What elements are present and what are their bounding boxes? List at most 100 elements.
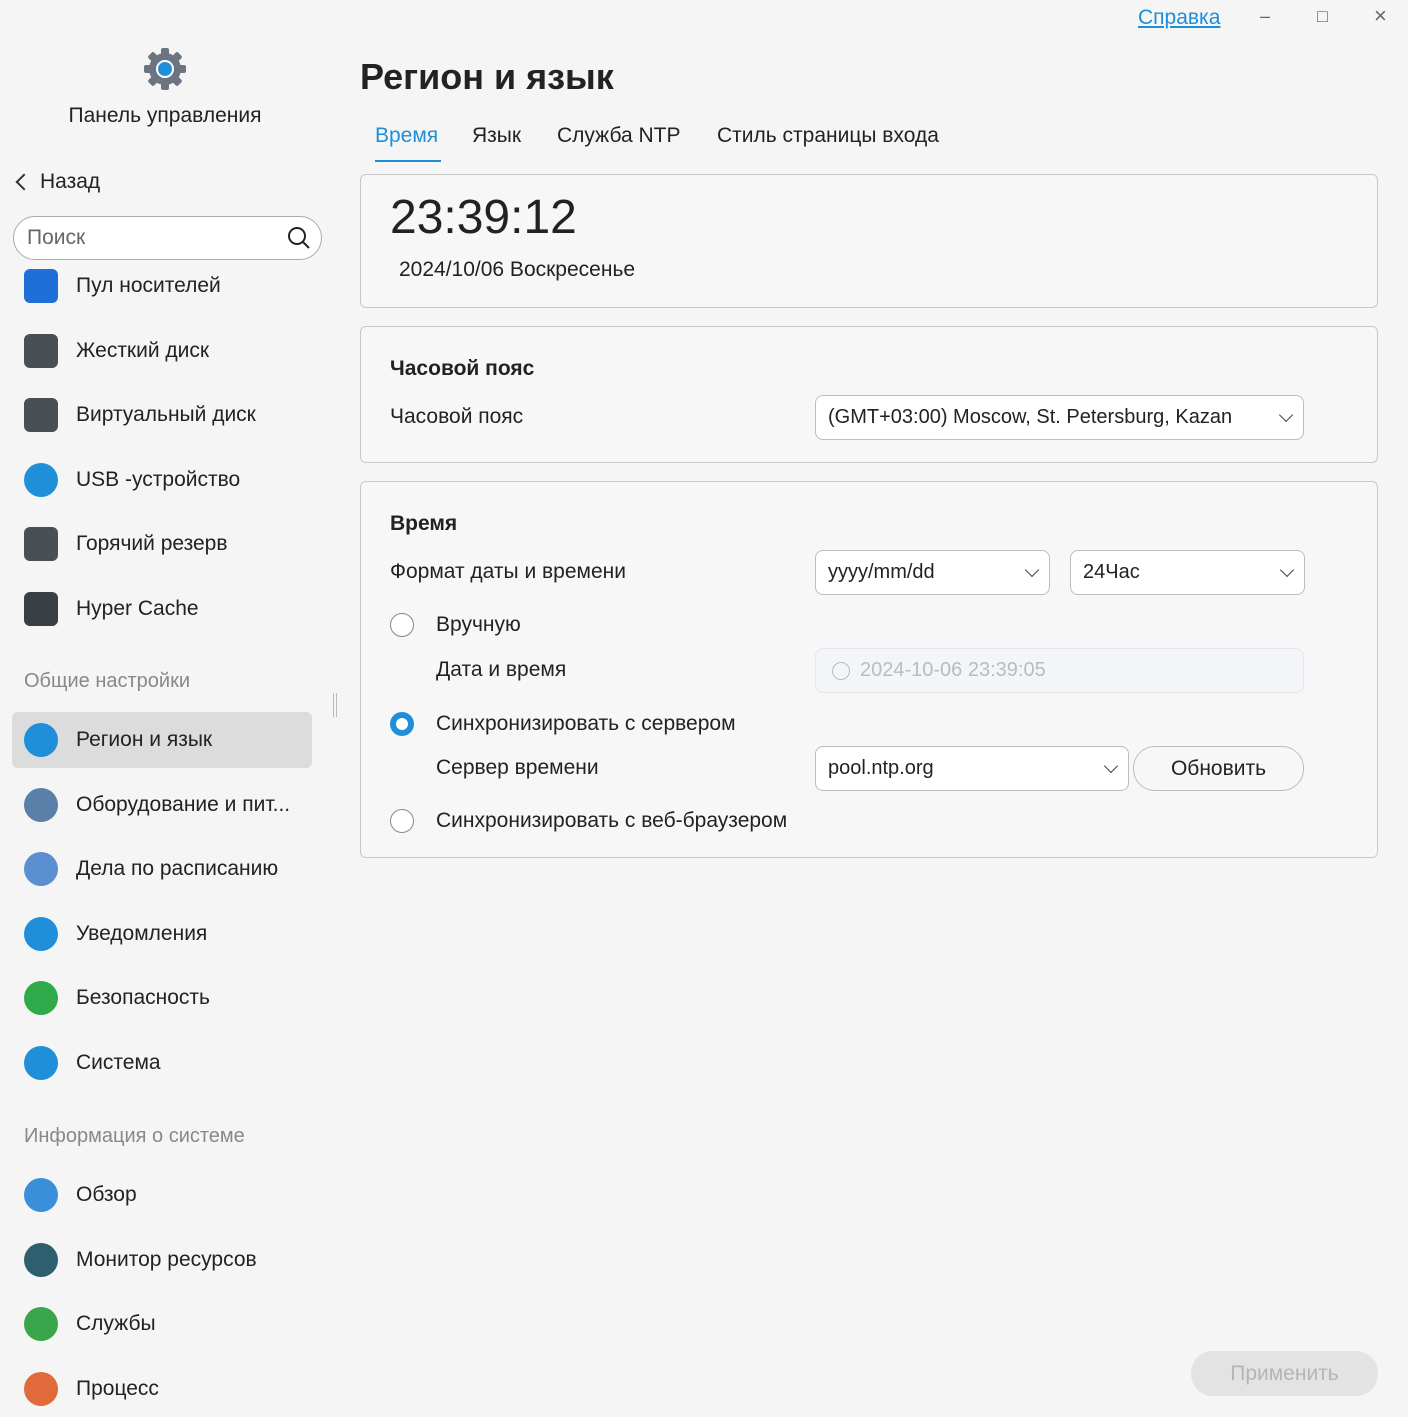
- sidebar-item[interactable]: Виртуальный диск: [12, 387, 312, 443]
- timezone-value: (GMT+03:00) Moscow, St. Petersburg, Kaza…: [828, 406, 1233, 428]
- chevron-down-icon: [1103, 758, 1119, 773]
- server-value: pool.ntp.org: [828, 757, 934, 779]
- sync-server-label: Синхронизировать с сервером: [436, 712, 736, 735]
- tab-time[interactable]: Время: [375, 124, 438, 148]
- search-input[interactable]: [27, 226, 267, 250]
- sidebar-item[interactable]: Процесс: [12, 1361, 312, 1417]
- server-select[interactable]: pool.ntp.org: [815, 746, 1129, 791]
- back-label: Назад: [40, 170, 101, 193]
- sidebar-item-icon: [24, 852, 58, 886]
- sync-browser-label: Синхронизировать с веб-браузером: [436, 809, 788, 832]
- active-tab-indicator: [375, 160, 441, 162]
- sidebar-item-label: Уведомления: [76, 921, 208, 945]
- search-box[interactable]: [13, 216, 322, 260]
- sidebar-item-icon: [24, 462, 58, 497]
- minimize-button[interactable]: –: [1260, 6, 1270, 27]
- sidebar-item-icon: [24, 269, 58, 303]
- sidebar-item[interactable]: Безопасность: [12, 970, 312, 1026]
- sidebar-item-icon: [24, 527, 58, 561]
- sidebar-item-icon: [24, 333, 58, 368]
- tab-language[interactable]: Язык: [472, 124, 521, 148]
- apply-button[interactable]: Применить: [1191, 1351, 1378, 1396]
- sidebar-item-icon: [24, 1307, 58, 1341]
- sidebar-item-icon: [24, 1242, 58, 1277]
- sidebar-item-label: Виртуальный диск: [76, 403, 256, 426]
- date-format-value: yyyy/mm/dd: [828, 561, 935, 583]
- datetime-value: 2024-10-06 23:39:05: [860, 659, 1046, 681]
- sidebar-item[interactable]: Hyper Cache: [12, 581, 312, 637]
- sidebar-item-label: USB -устройство: [76, 467, 241, 491]
- chevron-down-icon: [1279, 562, 1295, 577]
- sync-server-radio[interactable]: [390, 712, 414, 736]
- date-format-select[interactable]: yyyy/mm/dd: [815, 550, 1050, 595]
- sidebar-item-label: Регион и язык: [76, 728, 213, 751]
- sidebar-item-label: Горячий резерв: [76, 532, 228, 555]
- sync-browser-radio[interactable]: [390, 809, 414, 833]
- sidebar-resize-handle[interactable]: [333, 693, 337, 717]
- sidebar-item[interactable]: Горячий резерв: [12, 516, 312, 572]
- sidebar-item[interactable]: Обзор: [12, 1167, 312, 1223]
- sidebar-item-icon: [24, 787, 58, 822]
- datetime-label: Дата и время: [436, 658, 567, 681]
- sidebar-item-label: Монитор ресурсов: [76, 1247, 257, 1271]
- sidebar-item-label: Обзор: [76, 1183, 137, 1206]
- back-button[interactable]: Назад: [15, 170, 101, 194]
- manual-label: Вручную: [436, 613, 521, 636]
- tab-login-style[interactable]: Стиль страницы входа: [717, 124, 939, 148]
- sidebar-item-label: Hyper Cache: [76, 596, 199, 620]
- sidebar-item-label: Безопасность: [76, 986, 210, 1009]
- sidebar-item-label: Службы: [76, 1312, 156, 1335]
- sidebar-item-icon: [24, 916, 58, 951]
- section-header-info: Информация о системе: [24, 1125, 245, 1147]
- sidebar-item-label: Дела по расписанию: [76, 857, 279, 880]
- tab-ntp[interactable]: Служба NTP: [557, 124, 681, 148]
- sidebar-item-icon: [24, 723, 58, 757]
- page-title: Регион и язык: [360, 56, 614, 97]
- sidebar-item-label: Оборудование и пит...: [76, 792, 291, 816]
- section-header-general: Общие настройки: [24, 670, 190, 692]
- chevron-left-icon: [15, 173, 33, 191]
- sidebar-item-label: Система: [76, 1050, 161, 1074]
- sidebar-item[interactable]: Службы: [12, 1296, 312, 1352]
- hour-format-value: 24Час: [1083, 561, 1140, 583]
- sidebar-item[interactable]: Монитор ресурсов: [12, 1232, 312, 1288]
- help-link[interactable]: Справка: [1138, 6, 1220, 30]
- sidebar-item[interactable]: Оборудование и пит...: [12, 777, 312, 833]
- manual-radio[interactable]: [390, 613, 414, 637]
- sidebar-item-icon: [24, 591, 58, 626]
- sidebar-item-icon: [24, 1371, 58, 1406]
- control-panel-gear-icon: [144, 48, 186, 90]
- clock-icon: [832, 661, 850, 680]
- timezone-heading: Часовой пояс: [390, 357, 535, 380]
- time-heading: Время: [390, 512, 458, 535]
- sidebar-item-label: Пул носителей: [76, 274, 221, 297]
- search-icon[interactable]: [287, 226, 311, 250]
- update-button[interactable]: Обновить: [1133, 746, 1304, 791]
- sidebar-item-label: Процесс: [76, 1376, 159, 1400]
- sidebar-item[interactable]: Система: [12, 1035, 312, 1091]
- hour-format-select[interactable]: 24Час: [1070, 550, 1305, 595]
- timezone-label: Часовой пояс: [390, 405, 524, 428]
- maximize-button[interactable]: □: [1317, 6, 1328, 27]
- sidebar-item-icon: [24, 398, 58, 432]
- sidebar-item[interactable]: Пул носителей: [12, 258, 312, 314]
- close-button[interactable]: ×: [1374, 3, 1387, 29]
- sidebar-item-icon: [24, 981, 58, 1015]
- sidebar-item[interactable]: Уведомления: [12, 906, 312, 962]
- app-title: Панель управления: [68, 104, 262, 127]
- datetime-input[interactable]: 2024-10-06 23:39:05: [815, 648, 1304, 693]
- current-date: 2024/10/06 Воскресенье: [399, 258, 636, 281]
- sidebar-item[interactable]: Дела по расписанию: [12, 841, 312, 897]
- sidebar-item[interactable]: Регион и язык: [12, 712, 312, 768]
- chevron-down-icon: [1278, 407, 1294, 422]
- sidebar-item-icon: [24, 1045, 58, 1080]
- server-label: Сервер времени: [436, 756, 599, 779]
- format-label: Формат даты и времени: [390, 560, 626, 583]
- sidebar-item-icon: [24, 1178, 58, 1212]
- sidebar-item-label: Жесткий диск: [76, 338, 210, 362]
- sidebar-item[interactable]: Жесткий диск: [12, 323, 312, 379]
- chevron-down-icon: [1024, 562, 1040, 577]
- current-time: 23:39:12: [390, 191, 577, 244]
- sidebar-item[interactable]: USB -устройство: [12, 452, 312, 508]
- timezone-select[interactable]: (GMT+03:00) Moscow, St. Petersburg, Kaza…: [815, 395, 1304, 440]
